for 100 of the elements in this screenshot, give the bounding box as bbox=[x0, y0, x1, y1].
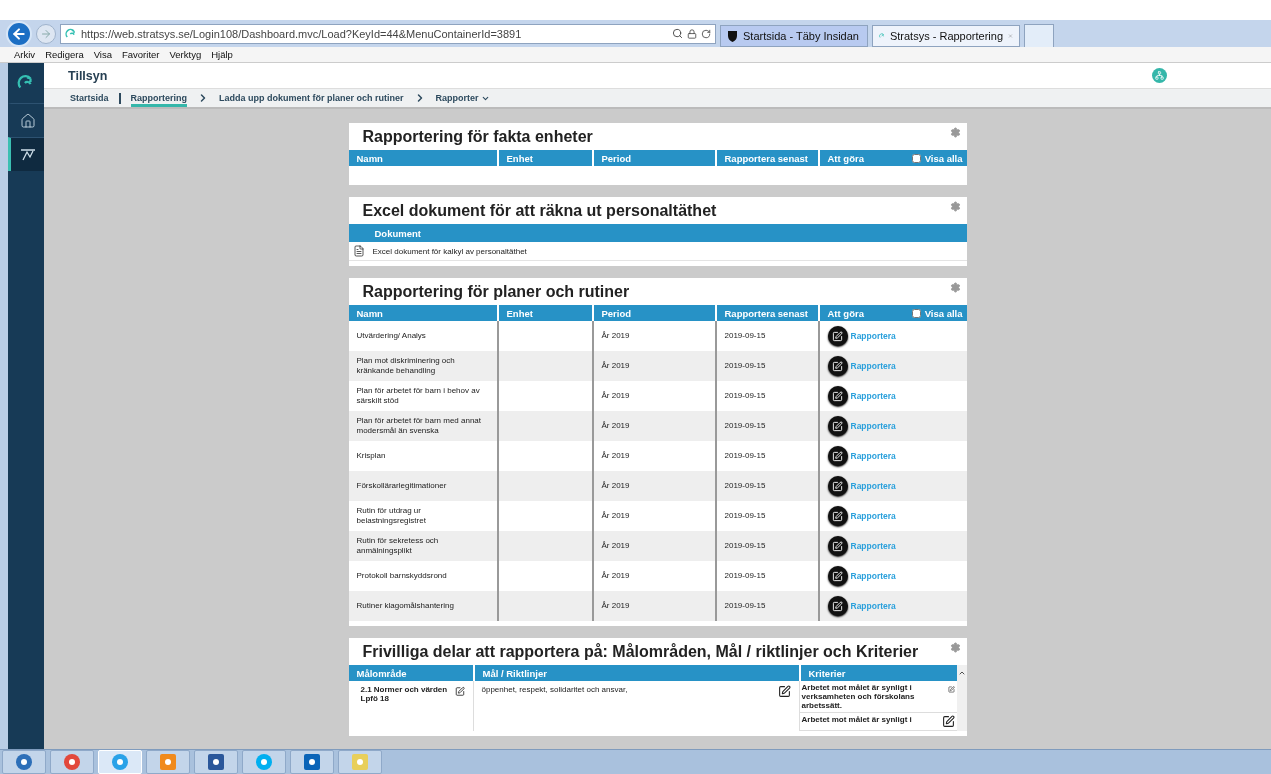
browser-tab[interactable]: Startsida - Täby Insidan bbox=[720, 25, 868, 47]
menu-item[interactable]: Favoriter bbox=[122, 49, 160, 60]
panel-title: Rapportering för fakta enheter bbox=[361, 127, 594, 147]
taskbar-button[interactable] bbox=[2, 750, 46, 774]
document-link[interactable]: Excel dokument för kalkyl av personaltäthet bbox=[372, 246, 527, 256]
table-cell: Plan mot diskriminering och kränkande behandling bbox=[348, 351, 497, 381]
checkbox[interactable] bbox=[911, 308, 921, 318]
table-cell: År 2019 bbox=[591, 351, 715, 381]
home-icon bbox=[19, 112, 36, 129]
panel-title: Rapportering för planer och rutiner bbox=[361, 282, 631, 302]
table-cell: Rutiner klagomålshantering bbox=[348, 591, 497, 621]
table-cell: År 2019 bbox=[591, 411, 715, 441]
refresh-icon[interactable] bbox=[701, 28, 711, 39]
column-header: Dokument bbox=[348, 224, 967, 242]
shield-icon bbox=[727, 30, 738, 42]
address-field[interactable]: https://web.stratsys.se/Login108/Dashboard.mvc/Load?KeyId=44&MenuContainerId=3891 bbox=[60, 23, 716, 44]
taskbar-button[interactable] bbox=[290, 750, 334, 774]
scroll-up-icon[interactable] bbox=[957, 669, 966, 677]
pencil-icon bbox=[832, 330, 843, 342]
pencil-icon bbox=[832, 540, 843, 552]
table-cell: Plan för arbetet för barn med annat modersmål än svenska bbox=[348, 411, 497, 441]
edit-icon[interactable] bbox=[777, 685, 791, 698]
table-cell-text: 2.1 Normer och värden Lpfö 18 bbox=[359, 685, 449, 703]
breadcrumb-link[interactable]: Rapporter bbox=[435, 89, 490, 107]
table-cell: Rutin för sekretess och anmälningsplikt bbox=[348, 531, 497, 561]
document-icon bbox=[352, 245, 365, 257]
table-cell-text: Arbetet mot målet är synligt i bbox=[801, 715, 912, 726]
table-cell: År 2019 bbox=[591, 471, 715, 501]
edit-icon[interactable] bbox=[941, 715, 955, 728]
panel-title: Excel dokument för att räkna ut personaltäthet bbox=[361, 201, 718, 221]
menu-item[interactable]: Redigera bbox=[45, 49, 84, 60]
checkbox[interactable] bbox=[911, 153, 921, 163]
column-header: Rapportera senast bbox=[714, 150, 818, 166]
edit-button[interactable] bbox=[827, 596, 848, 616]
menu-item[interactable]: Arkiv bbox=[14, 49, 36, 60]
table-cell: 2019-09-15 bbox=[714, 411, 818, 441]
breadcrumb-link[interactable]: Ladda upp dokument för planer och rutiner bbox=[219, 89, 404, 107]
search-icon[interactable] bbox=[672, 28, 683, 39]
show-all-label: Visa alla bbox=[924, 152, 963, 164]
menu-item[interactable]: Hjälp bbox=[211, 49, 233, 60]
column-header: Att göra Visa alla bbox=[817, 150, 967, 166]
edit-button[interactable] bbox=[827, 356, 848, 376]
taskbar-button[interactable] bbox=[50, 750, 94, 774]
column-header: Period bbox=[591, 150, 715, 166]
edit-button[interactable] bbox=[827, 506, 848, 526]
column-header: Namn bbox=[348, 150, 497, 166]
table-cell: 2019-09-15 bbox=[714, 591, 818, 621]
edit-button[interactable] bbox=[827, 536, 848, 556]
pencil-icon bbox=[832, 510, 843, 522]
forward-arrow-icon bbox=[40, 27, 52, 40]
column-header: Namn bbox=[348, 305, 497, 321]
edit-button[interactable] bbox=[827, 416, 848, 436]
breadcrumb-link[interactable]: Startsida bbox=[70, 89, 109, 107]
settings-icon[interactable] bbox=[949, 127, 961, 138]
scrollbar[interactable] bbox=[956, 665, 967, 731]
panel-title: Frivilliga delar att rapportera på: Målområden, Mål / riktlinjer och Kriterier bbox=[361, 642, 920, 662]
table-cell: öppenhet, respekt, solidaritet och ansvar, bbox=[481, 685, 628, 694]
table-cell: 2019-09-15 bbox=[714, 471, 818, 501]
column-header: Rapportera senast bbox=[714, 305, 818, 321]
logo-icon bbox=[65, 27, 77, 40]
page-title: Tillsyn bbox=[68, 68, 108, 83]
column-header: Enhet bbox=[496, 305, 592, 321]
breadcrumb-link[interactable]: Rapportering bbox=[130, 89, 188, 107]
pencil-icon bbox=[832, 450, 843, 462]
table-cell-text: Arbetet mot målet är synligt i verksamheten och förskolans arbetssätt. bbox=[801, 683, 916, 710]
column-header: Att göra Visa alla bbox=[817, 305, 967, 321]
table-cell: År 2019 bbox=[591, 591, 715, 621]
lock-icon bbox=[687, 28, 697, 39]
pencil-icon bbox=[832, 420, 843, 432]
settings-icon[interactable] bbox=[949, 642, 961, 653]
pencil-icon bbox=[832, 360, 843, 372]
column-header: Målområde bbox=[348, 665, 473, 681]
table-cell: 2019-09-15 bbox=[714, 351, 818, 381]
column-header: Enhet bbox=[496, 150, 592, 166]
edit-button[interactable] bbox=[827, 476, 848, 496]
back-button[interactable] bbox=[6, 20, 32, 47]
table-cell: Förskollärarlegitimationer bbox=[348, 471, 497, 501]
table-cell: 2019-09-15 bbox=[714, 531, 818, 561]
pencil-icon bbox=[832, 390, 843, 402]
settings-icon[interactable] bbox=[949, 282, 961, 293]
table-cell: År 2019 bbox=[591, 531, 715, 561]
edit-button[interactable] bbox=[827, 386, 848, 406]
browser-tab[interactable]: Stratsys - Rapportering bbox=[872, 25, 1020, 47]
sidebar-item[interactable] bbox=[8, 137, 44, 171]
org-chart-button[interactable] bbox=[1152, 68, 1167, 83]
report-icon bbox=[19, 148, 36, 161]
menu-item[interactable]: Verktyg bbox=[169, 49, 202, 60]
edit-button[interactable] bbox=[827, 326, 848, 346]
column-header: Kriterier bbox=[798, 665, 957, 681]
show-all-label: Visa alla bbox=[924, 307, 963, 319]
pencil-icon bbox=[832, 600, 843, 612]
edit-button[interactable] bbox=[827, 566, 848, 586]
menu-item[interactable]: Visa bbox=[93, 49, 112, 60]
settings-icon[interactable] bbox=[949, 201, 961, 212]
taskbar-button[interactable] bbox=[194, 750, 238, 774]
pencil-icon bbox=[832, 570, 843, 582]
column-header: Period bbox=[591, 305, 715, 321]
pencil-icon bbox=[832, 480, 843, 492]
edit-button[interactable] bbox=[827, 446, 848, 466]
column-header: Mål / Riktlinjer bbox=[472, 665, 799, 681]
